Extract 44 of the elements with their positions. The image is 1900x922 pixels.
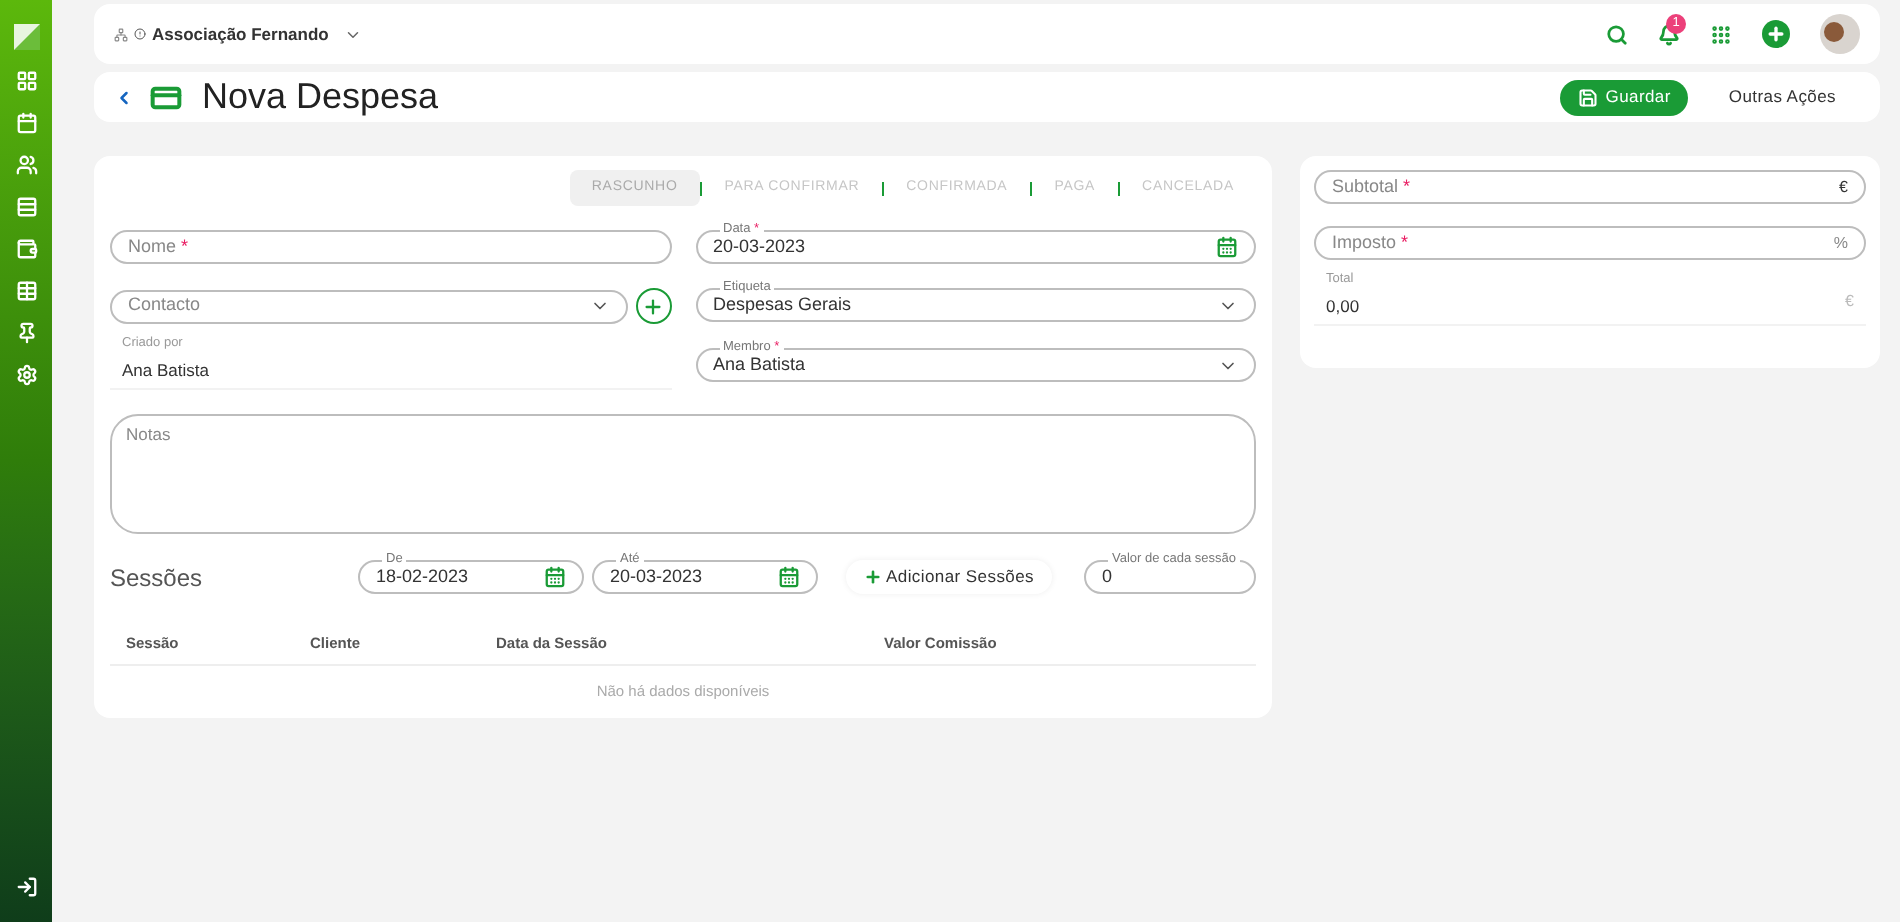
unit-label: € xyxy=(1845,289,1854,313)
member-select[interactable]: Ana Batista xyxy=(695,348,1256,382)
total-value: 0,00 xyxy=(1326,293,1360,319)
tax-field[interactable]: Imposto * % xyxy=(1314,226,1866,260)
organization-name[interactable]: Associação Fernando xyxy=(152,21,329,47)
calendar-icon[interactable] xyxy=(778,566,800,588)
bell-icon[interactable] xyxy=(1658,23,1680,45)
unit-label: % xyxy=(1833,231,1848,255)
pin-icon[interactable] xyxy=(15,322,37,344)
to-date-field[interactable]: 20-03-2023 xyxy=(592,560,818,594)
save-icon xyxy=(1577,87,1598,107)
unit-label: € xyxy=(1839,175,1848,199)
apps-grid-icon[interactable] xyxy=(1710,23,1732,45)
dashboard-icon[interactable] xyxy=(15,70,37,92)
plus-icon xyxy=(864,568,882,586)
search-icon[interactable] xyxy=(1606,23,1628,45)
save-button[interactable]: Guardar xyxy=(1559,79,1689,115)
organization-icon xyxy=(114,27,128,41)
list-icon[interactable] xyxy=(15,196,37,218)
from-date-field[interactable]: 18-02-2023 xyxy=(358,560,584,594)
notes-field[interactable]: Notas xyxy=(110,413,1256,533)
people-icon[interactable] xyxy=(15,154,37,176)
plus-icon xyxy=(642,295,664,317)
contact-select[interactable]: Contacto xyxy=(110,289,627,323)
table-icon[interactable] xyxy=(15,280,37,302)
page-title: Nova Despesa xyxy=(202,74,439,120)
logo-icon[interactable] xyxy=(13,24,39,50)
card-icon xyxy=(150,81,182,113)
add-contact-button[interactable] xyxy=(635,288,671,324)
subtotal-field[interactable]: Subtotal * € xyxy=(1314,170,1866,204)
calendar-icon[interactable] xyxy=(1216,236,1238,258)
calendar-icon[interactable] xyxy=(544,566,566,588)
logout-icon[interactable] xyxy=(15,876,37,898)
add-sessions-button[interactable]: Adicionar Sessões xyxy=(846,560,1053,594)
sessions-title: Sessões xyxy=(110,561,205,595)
alert-icon xyxy=(134,28,146,40)
avatar[interactable] xyxy=(1820,14,1860,54)
wallet-icon[interactable] xyxy=(15,238,37,260)
add-button[interactable] xyxy=(1762,20,1790,48)
created-by-value: Ana Batista xyxy=(122,357,211,383)
name-field[interactable]: Nome * xyxy=(110,230,671,264)
back-icon[interactable] xyxy=(114,87,134,107)
settings-icon[interactable] xyxy=(15,364,37,386)
date-field[interactable]: 20-03-2023 xyxy=(695,230,1256,264)
